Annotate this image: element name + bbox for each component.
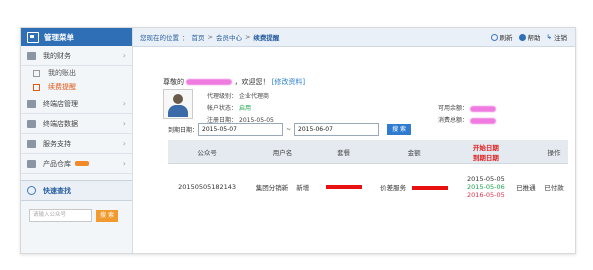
table-row: 20150505182143 集团分销新 新增 价差服务 2015-05-05 <box>168 164 568 211</box>
sidebar-header: 管理菜单 <box>21 28 132 46</box>
end-date-input[interactable]: 2015-06-07 <box>294 123 380 136</box>
account-status: 帐户状态： 启用 <box>207 105 252 112</box>
app-frame: 管理菜单 我的财务 › 我的账出 续费提醒 终端店管理 › 终端店数据 › 服务… <box>20 27 576 254</box>
greeting: 尊敬的 ，欢迎您！ [修改资料] <box>163 78 306 86</box>
refresh-icon <box>490 33 498 41</box>
sidebar-item-label: 终端店数据 <box>43 119 78 128</box>
sidebar-item-label: 产品仓库 <box>43 159 71 168</box>
box-icon <box>27 159 36 168</box>
table-header-row: 公众号 用户名 套餐 金额 开始日期 到期日期 操作 <box>168 140 568 164</box>
quick-search-title: 快速查找 <box>43 186 71 195</box>
sidebar-item-warehouse[interactable]: 产品仓库 › <box>21 154 132 174</box>
quick-search-input[interactable]: 请输入公众号 <box>29 209 92 222</box>
date-filter: 到期日期： 2015-05-07 ~ 2015-06-07 搜 索 <box>168 123 412 136</box>
sidebar-title: 管理菜单 <box>44 32 74 42</box>
cell-package <box>319 164 369 211</box>
chevron-right-icon: › <box>122 119 126 128</box>
start-date-input[interactable]: 2015-05-07 <box>198 123 284 136</box>
submenu-label: 我的账出 <box>48 69 76 77</box>
breadcrumb-current: 续费提醒 <box>253 34 280 42</box>
sidebar-item-store-mgmt[interactable]: 终端店管理 › <box>21 94 132 114</box>
tag-icon <box>27 139 36 148</box>
finance-icon <box>27 51 36 60</box>
bullet-icon <box>33 69 40 77</box>
quick-search-row: 请输入公众号 搜 索 <box>21 201 132 222</box>
cell-amount: 价差服务 <box>368 164 460 211</box>
quick-search-header: 快速查找 <box>21 180 132 201</box>
chevron-right-icon: › <box>122 159 126 168</box>
bullet-icon <box>33 83 40 91</box>
agent-level: 代理级别： 企业代理商 <box>207 93 270 100</box>
toolbar-actions: 刷新 帮助 ↳ 注销 <box>485 32 567 42</box>
col-spacer <box>511 140 540 164</box>
chevron-right-icon: › <box>122 51 126 60</box>
menu-icon <box>27 31 39 43</box>
submenu-item-bills[interactable]: 我的账出 <box>21 66 132 80</box>
cell-status: 已推通 <box>516 184 536 192</box>
consumed-total: 消费总额： <box>438 115 496 124</box>
cell-username: 集团分销新 新增 <box>255 184 310 192</box>
col-operation: 操作 <box>539 140 568 164</box>
sidebar-item-finance[interactable]: 我的财务 › <box>21 46 132 66</box>
redacted-amount <box>412 186 449 190</box>
main-content: 您现在的位置： 首页 > 会员中心 > 续费提醒 刷新 帮助 ↳ 注销 尊敬的 … <box>133 28 575 253</box>
chevron-right-icon: › <box>122 139 126 148</box>
cell-dates: 2015-05-05 2015-05-06 2016-05-05 <box>466 175 505 199</box>
edit-profile-link[interactable]: [修改资料] <box>272 78 305 86</box>
user-icon <box>27 99 36 108</box>
available-balance: 可用余额： <box>438 103 496 112</box>
breadcrumb-member-center[interactable]: 会员中心 <box>216 32 242 42</box>
col-account: 公众号 <box>168 140 247 164</box>
breadcrumb-prefix: 您现在的位置 <box>140 34 179 42</box>
profile-section: 尊敬的 ，欢迎您！ [修改资料] 代理级别： 企业代理商 帐户状态： 启用 注册日期… <box>133 47 575 129</box>
breadcrumb-bar: 您现在的位置： 首页 > 会员中心 > 续费提醒 刷新 帮助 ↳ 注销 <box>133 28 575 47</box>
col-package: 套餐 <box>318 140 369 164</box>
avatar <box>163 89 193 119</box>
col-username: 用户名 <box>246 140 319 164</box>
chevron-right-icon: › <box>122 99 126 108</box>
redacted-package <box>325 185 362 189</box>
logout-icon: ↳ <box>546 33 552 41</box>
settings-icon <box>27 119 36 128</box>
cell-operation[interactable]: 已付款 <box>540 164 568 211</box>
redacted-username <box>186 79 233 85</box>
col-dates: 开始日期 到期日期 <box>459 140 512 164</box>
redacted-total <box>469 117 496 124</box>
sidebar-item-support[interactable]: 服务支持 › <box>21 134 132 154</box>
submenu-label: 续费提醒 <box>48 83 76 91</box>
sidebar-item-store-data[interactable]: 终端店数据 › <box>21 114 132 134</box>
quick-search-button[interactable]: 搜 索 <box>96 209 118 222</box>
sidebar-item-label: 服务支持 <box>43 139 71 148</box>
sidebar: 管理菜单 我的财务 › 我的账出 续费提醒 终端店管理 › 终端店数据 › 服务… <box>21 28 133 253</box>
sidebar-item-label: 终端店管理 <box>43 99 78 108</box>
filter-label: 到期日期： <box>168 127 199 134</box>
cell-account: 20150505182143 <box>178 183 237 191</box>
redacted-balance <box>469 105 496 112</box>
renewal-table: 公众号 用户名 套餐 金额 开始日期 到期日期 操作 2015050518214… <box>168 140 568 210</box>
help-button[interactable]: 帮助 <box>518 32 541 42</box>
search-button[interactable]: 搜 索 <box>387 124 412 135</box>
submenu-item-renewal[interactable]: 续费提醒 <box>21 80 132 94</box>
help-icon <box>518 33 526 41</box>
new-badge <box>75 161 89 166</box>
search-icon <box>27 186 36 195</box>
refresh-button[interactable]: 刷新 <box>490 32 513 42</box>
breadcrumb-home[interactable]: 首页 <box>192 32 205 42</box>
sidebar-item-label: 我的财务 <box>43 51 71 60</box>
col-amount: 金额 <box>368 140 460 164</box>
logout-button[interactable]: ↳ 注销 <box>547 32 567 42</box>
